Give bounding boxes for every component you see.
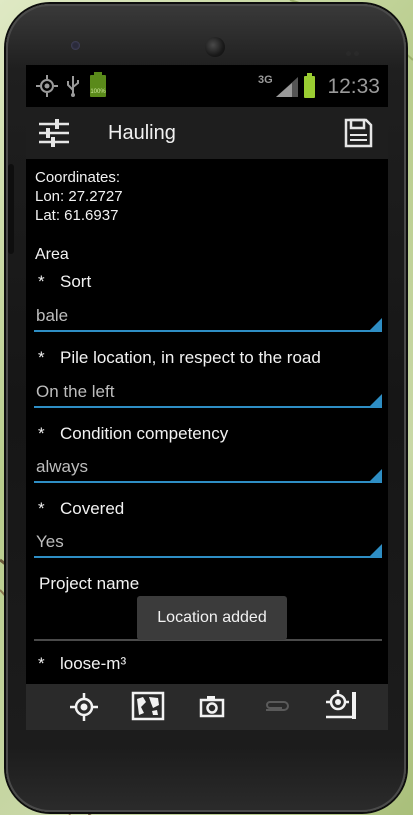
sort-value: bale [36,306,69,325]
pile-location-spinner[interactable]: On the left [34,378,382,408]
covered-label: * Covered [38,499,125,518]
required-mark: * [38,348,45,367]
coordinates-heading: Coordinates: [35,169,121,186]
required-mark: * [38,272,45,291]
screen: 100% 3G 12:33 Hauling Coordinates: Lon: … [26,65,388,730]
dropdown-corner-icon [368,394,382,408]
usb-icon [67,76,79,97]
sliders-icon [39,119,69,147]
condition-competency-spinner[interactable]: always [34,453,382,483]
toast-message: Location added [137,596,287,640]
settings-button[interactable] [28,107,80,159]
locate-icon [70,693,98,721]
project-name-label: Project name [39,574,140,593]
area-label: Area [35,246,69,263]
sort-label: * Sort [38,272,92,291]
bottom-action-bar [26,684,388,730]
battery-percent-label: 100% [90,89,106,95]
measure-location-button[interactable] [316,684,368,730]
coordinates-block: Coordinates: Lon: 27.2727 Lat: 61.6937 [35,168,123,225]
map-icon [131,691,165,721]
earpiece [71,41,80,50]
latitude-value: Lat: 61.6937 [35,207,119,224]
sort-spinner[interactable]: bale [34,302,382,332]
floppy-disk-icon [344,118,373,148]
volume-key [8,164,14,254]
covered-value: Yes [36,532,64,551]
condition-competency-value: always [36,457,88,476]
gps-icon [36,75,58,97]
battery-charge-icon [304,73,315,98]
pile-location-value: On the left [36,382,115,401]
dropdown-corner-icon [368,469,382,483]
locate-button[interactable] [58,684,110,730]
signal-icon [276,77,298,97]
required-mark: * [38,424,45,443]
longitude-value: Lon: 27.2727 [35,188,123,205]
covered-spinner[interactable]: Yes [34,528,382,558]
required-mark: * [38,499,45,518]
attachment-button[interactable] [250,684,302,730]
map-button[interactable] [122,684,174,730]
front-camera [205,37,225,57]
loose-m3-label: * loose-m³ [38,654,127,673]
measure-location-icon [326,690,356,719]
condition-competency-label: * Condition competency [38,424,229,443]
camera-button[interactable] [186,684,238,730]
battery-full-icon: 100% [90,72,106,97]
required-mark: * [38,654,45,673]
pile-location-label: * Pile location, in respect to the road [38,348,321,367]
camera-icon [199,696,225,718]
status-bar: 100% 3G 12:33 [26,65,388,107]
proximity-sensor [346,43,364,56]
page-title: Hauling [108,122,176,144]
status-clock: 12:33 [327,75,380,98]
dropdown-corner-icon [368,544,382,558]
dropdown-corner-icon [368,318,382,332]
action-bar: Hauling [26,107,388,159]
attachment-icon [266,701,289,711]
save-button[interactable] [332,107,384,159]
network-type-label: 3G [258,74,273,86]
